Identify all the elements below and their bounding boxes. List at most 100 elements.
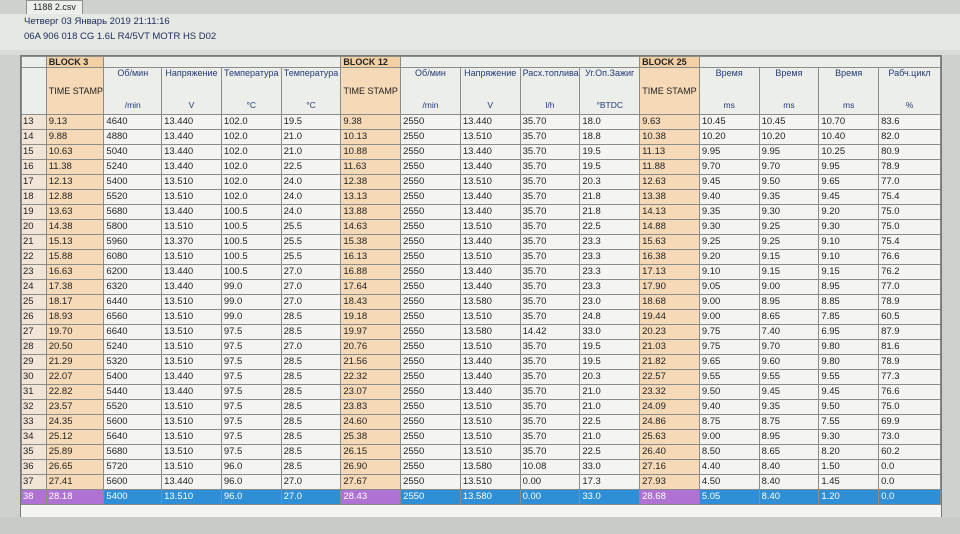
table-cell[interactable]: 9.80	[818, 354, 880, 370]
table-cell[interactable]: 9.80	[818, 339, 880, 355]
table-cell[interactable]: 35.70	[519, 294, 581, 310]
table-cell[interactable]: 75.4	[878, 189, 941, 205]
table-cell[interactable]: 13.440	[161, 369, 222, 385]
table-cell[interactable]: 10.63	[45, 144, 105, 160]
table-cell[interactable]: 9.65	[698, 354, 760, 370]
table-cell[interactable]: 27.0	[280, 339, 342, 355]
table-cell[interactable]: 35.70	[519, 414, 581, 430]
table-cell[interactable]: 1.50	[818, 459, 880, 475]
table-cell[interactable]: 25.63	[639, 429, 700, 445]
table-cell[interactable]: 102.0	[220, 174, 282, 190]
table-cell[interactable]: 2550	[400, 384, 461, 400]
table-row[interactable]: 18 12.88 5520 13.510 102.0 24.0 13.13 2550 13.44…	[21, 189, 941, 205]
row-index-cell[interactable]: 14	[21, 129, 47, 145]
table-cell[interactable]: 13.510	[161, 399, 222, 415]
table-cell[interactable]: 102.0	[220, 189, 282, 205]
table-cell[interactable]: 8.40	[758, 459, 820, 475]
table-cell[interactable]: 100.5	[220, 219, 282, 235]
table-row[interactable]: 23 16.63 6200 13.440 100.5 27.0 16.88 2550 13.44…	[21, 264, 941, 280]
table-cell[interactable]: 9.35	[698, 204, 760, 220]
table-cell[interactable]: 23.3	[579, 234, 641, 250]
table-cell[interactable]: 2550	[400, 474, 461, 490]
table-cell[interactable]: 2550	[400, 264, 461, 280]
table-cell[interactable]: 13.440	[161, 129, 222, 145]
table-cell[interactable]: 23.57	[45, 399, 105, 415]
table-cell[interactable]: 23.3	[579, 279, 641, 295]
table-cell[interactable]: 19.18	[340, 309, 402, 325]
table-row[interactable]: 37 27.41 5600 13.440 96.0 27.0 27.67 2550 13.510…	[21, 474, 941, 490]
table-cell[interactable]: 5640	[103, 429, 163, 445]
table-cell[interactable]: 7.55	[818, 414, 880, 430]
table-cell[interactable]: 9.15	[818, 264, 880, 280]
table-cell[interactable]: 28.5	[280, 414, 342, 430]
table-cell[interactable]: 2550	[400, 489, 461, 505]
table-cell[interactable]: 24.35	[45, 414, 105, 430]
table-cell[interactable]: 9.75	[698, 339, 760, 355]
table-cell[interactable]: 22.57	[639, 369, 700, 385]
table-cell[interactable]: 9.50	[818, 399, 880, 415]
table-cell[interactable]: 35.70	[519, 174, 581, 190]
table-row[interactable]: 27 19.70 6640 13.510 97.5 28.5 19.97 2550 13.580…	[21, 324, 941, 340]
table-row[interactable]: 14 9.88 4880 13.440 102.0 21.0 10.13 2550 13.510…	[21, 129, 941, 145]
table-cell[interactable]: 35.70	[519, 204, 581, 220]
table-cell[interactable]: 26.40	[639, 444, 700, 460]
table-cell[interactable]: 10.08	[519, 459, 581, 475]
table-row[interactable]: 16 11.38 5240 13.440 102.0 22.5 11.63 2550 13.44…	[21, 159, 941, 175]
table-cell[interactable]: 9.95	[758, 144, 820, 160]
table-cell[interactable]: 13.510	[459, 219, 521, 235]
table-cell[interactable]: 5600	[103, 414, 163, 430]
table-cell[interactable]: 97.5	[220, 429, 282, 445]
table-cell[interactable]: 13.510	[459, 309, 521, 325]
row-index-cell[interactable]: 38	[21, 489, 47, 505]
column-header[interactable]: Время ms	[698, 67, 760, 115]
table-cell[interactable]: 10.20	[698, 129, 760, 145]
table-cell[interactable]: 20.23	[639, 324, 700, 340]
table-cell[interactable]: 22.07	[45, 369, 105, 385]
row-index-cell[interactable]: 27	[21, 324, 47, 340]
table-cell[interactable]: 4.50	[698, 474, 760, 490]
table-row[interactable]: 22 15.88 6080 13.510 100.5 25.5 16.13 2550 13.51…	[21, 249, 941, 265]
table-cell[interactable]: 33.0	[579, 324, 641, 340]
table-cell[interactable]: 8.50	[698, 444, 760, 460]
table-cell[interactable]: 82.0	[878, 129, 941, 145]
table-cell[interactable]: 81.6	[878, 339, 941, 355]
table-cell[interactable]: 78.9	[878, 354, 941, 370]
table-cell[interactable]: 9.40	[698, 399, 760, 415]
table-cell[interactable]: 5520	[103, 189, 163, 205]
table-cell[interactable]: 5240	[103, 159, 163, 175]
table-cell[interactable]: 14.13	[639, 204, 700, 220]
table-cell[interactable]: 21.29	[45, 354, 105, 370]
table-cell[interactable]: 2550	[400, 309, 461, 325]
table-cell[interactable]: 8.85	[818, 294, 880, 310]
table-cell[interactable]: 28.5	[280, 309, 342, 325]
table-cell[interactable]: 13.510	[161, 294, 222, 310]
table-cell[interactable]: 9.20	[698, 249, 760, 265]
table-cell[interactable]: 35.70	[519, 339, 581, 355]
table-cell[interactable]: 9.30	[818, 429, 880, 445]
table-cell[interactable]: 13.580	[459, 489, 521, 505]
table-cell[interactable]: 15.88	[45, 249, 105, 265]
table-row[interactable]: 13 9.13 4640 13.440 102.0 19.5 9.38 2550 13.440 3…	[21, 114, 941, 130]
table-cell[interactable]: 100.5	[220, 234, 282, 250]
table-cell[interactable]: 2550	[400, 234, 461, 250]
table-cell[interactable]: 13.440	[459, 189, 521, 205]
table-cell[interactable]: 16.63	[45, 264, 105, 280]
table-cell[interactable]: 18.68	[639, 294, 700, 310]
table-cell[interactable]: 28.5	[280, 399, 342, 415]
table-row[interactable]: 26 18.93 6560 13.510 99.0 28.5 19.18 2550 13.510…	[21, 309, 941, 325]
table-row[interactable]: 20 14.38 5800 13.510 100.5 25.5 14.63 2550 13.51…	[21, 219, 941, 235]
table-cell[interactable]: 2550	[400, 279, 461, 295]
table-cell[interactable]: 9.30	[698, 219, 760, 235]
table-cell[interactable]: 13.440	[459, 369, 521, 385]
table-cell[interactable]: 9.75	[698, 324, 760, 340]
table-cell[interactable]: 5680	[103, 204, 163, 220]
table-cell[interactable]: 9.13	[45, 114, 105, 130]
table-cell[interactable]: 9.40	[698, 189, 760, 205]
table-cell[interactable]: 21.0	[579, 399, 641, 415]
table-cell[interactable]: 13.510	[459, 414, 521, 430]
table-cell[interactable]: 35.70	[519, 264, 581, 280]
table-cell[interactable]: 19.44	[639, 309, 700, 325]
table-cell[interactable]: 10.70	[818, 114, 880, 130]
table-cell[interactable]: 5680	[103, 444, 163, 460]
table-cell[interactable]: 13.440	[161, 384, 222, 400]
